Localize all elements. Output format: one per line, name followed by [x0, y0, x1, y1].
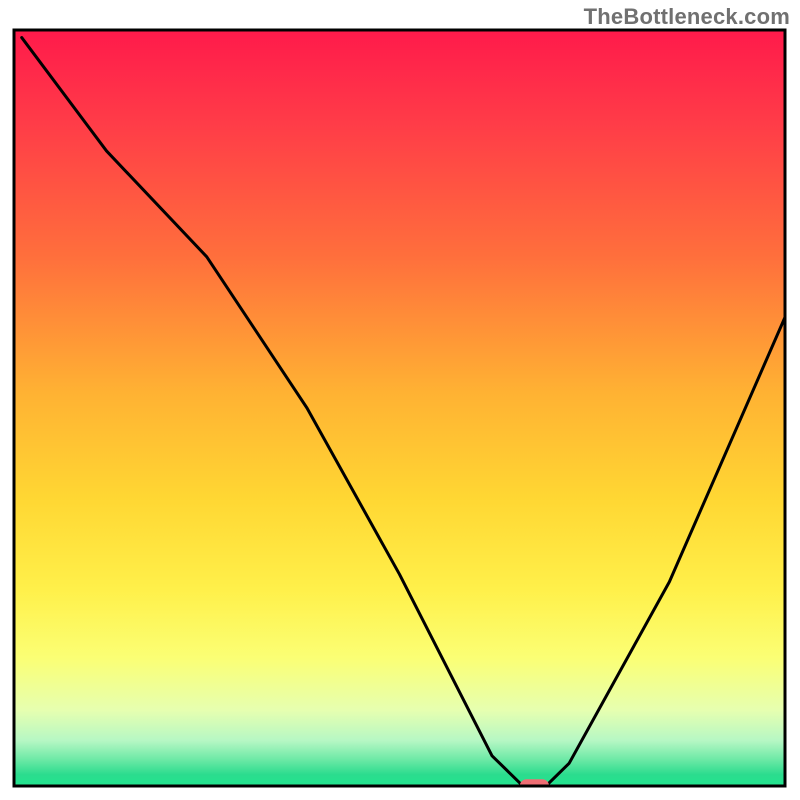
watermark-label: TheBottleneck.com: [584, 4, 790, 30]
chart-container: TheBottleneck.com: [0, 0, 800, 800]
gradient-background: [14, 30, 785, 786]
bottleneck-chart: [0, 0, 800, 800]
